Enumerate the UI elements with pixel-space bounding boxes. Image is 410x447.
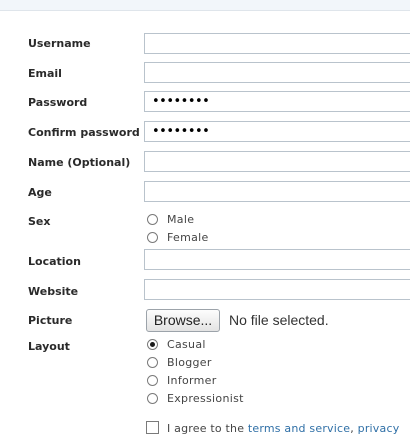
age-input[interactable]: [144, 181, 410, 202]
casual-label: Casual: [167, 338, 206, 351]
privacy-link[interactable]: privacy: [358, 422, 400, 435]
username-input[interactable]: [144, 33, 410, 54]
agree-text: I agree to the terms and service, privac…: [167, 421, 410, 436]
password-label: Password: [28, 96, 88, 109]
male-label: Male: [167, 213, 195, 226]
name-label: Name (Optional): [28, 156, 131, 169]
password-input[interactable]: ••••••••: [144, 91, 410, 112]
username-label: Username: [28, 37, 91, 50]
expressionist-radio[interactable]: [147, 393, 158, 404]
password-value: ••••••••: [152, 94, 210, 109]
location-label: Location: [28, 255, 81, 268]
agree-checkbox[interactable]: [146, 421, 159, 434]
informer-radio[interactable]: [147, 375, 158, 386]
agree-prefix: I agree to the: [167, 422, 248, 435]
registration-form: Username Email Password •••••••• Confirm…: [0, 0, 410, 447]
file-status: No file selected.: [229, 312, 329, 328]
website-input[interactable]: [144, 279, 410, 300]
blogger-label: Blogger: [167, 356, 212, 369]
agree-separator: ,: [350, 422, 358, 435]
informer-label: Informer: [167, 374, 217, 387]
expressionist-label: Expressionist: [167, 392, 244, 405]
female-radio[interactable]: [147, 232, 158, 243]
confirm-password-label: Confirm password: [28, 126, 140, 139]
confirm-password-value: ••••••••: [152, 124, 210, 139]
terms-link[interactable]: terms and service: [248, 422, 350, 435]
browse-button[interactable]: Browse...: [146, 309, 220, 332]
sex-label: Sex: [28, 215, 51, 228]
blogger-radio[interactable]: [147, 357, 158, 368]
layout-label: Layout: [28, 340, 70, 353]
age-label: Age: [28, 186, 52, 199]
email-label: Email: [28, 67, 62, 80]
confirm-password-input[interactable]: ••••••••: [144, 121, 410, 142]
male-radio[interactable]: [147, 214, 158, 225]
email-input[interactable]: [144, 62, 410, 83]
casual-radio[interactable]: [147, 339, 158, 350]
name-input[interactable]: [144, 151, 410, 172]
female-label: Female: [167, 231, 209, 244]
picture-label: Picture: [28, 314, 73, 327]
website-label: Website: [28, 285, 79, 298]
location-input[interactable]: [144, 249, 410, 270]
